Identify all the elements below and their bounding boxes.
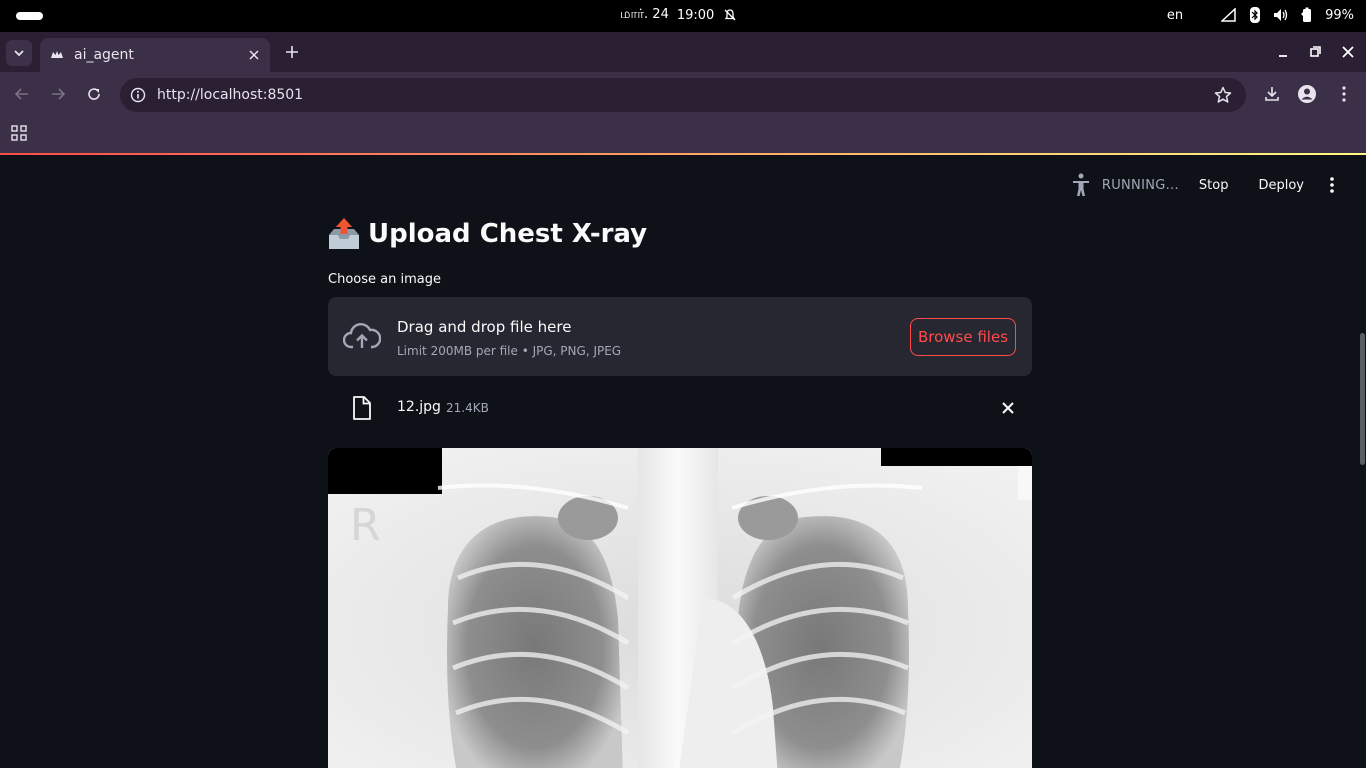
- system-top-bar: மார். 24 19:00 en 99%: [0, 0, 1366, 32]
- deploy-button[interactable]: Deploy: [1258, 178, 1304, 193]
- file-name: 12.jpg: [397, 399, 441, 415]
- forward-arrow-icon[interactable]: [48, 84, 68, 104]
- cloud-upload-icon: [342, 321, 382, 351]
- battery-icon: [1299, 7, 1315, 23]
- bluetooth-icon: [1247, 7, 1263, 23]
- signal-icon: [1221, 7, 1237, 23]
- uploaded-file-row: 12.jpg 21.4KB: [328, 387, 1032, 429]
- download-icon[interactable]: [1262, 84, 1282, 104]
- browser-toolbar: http://localhost:8501: [0, 72, 1366, 116]
- url-text: http://localhost:8501: [157, 87, 304, 103]
- browser-tab-bar: ai_agent: [0, 32, 1366, 72]
- volume-icon: [1273, 7, 1289, 23]
- uploader-label: Choose an image: [328, 272, 441, 287]
- back-arrow-icon[interactable]: [12, 84, 32, 104]
- browser-menu-icon[interactable]: [1334, 84, 1354, 104]
- stop-button[interactable]: Stop: [1199, 178, 1229, 193]
- remove-file-icon[interactable]: [1000, 400, 1016, 416]
- outbox-tray-icon: [328, 217, 360, 251]
- new-tab-icon[interactable]: [282, 42, 302, 62]
- clock-date: மார். 24: [620, 7, 669, 22]
- keyboard-language[interactable]: en: [1167, 8, 1183, 23]
- chevron-down-icon: [14, 50, 24, 57]
- streamlit-favicon-icon: [50, 48, 64, 62]
- reload-icon[interactable]: [84, 84, 104, 104]
- page-title: Upload Chest X-ray: [328, 217, 647, 251]
- main-menu-icon[interactable]: [1324, 176, 1340, 194]
- restore-icon[interactable]: [1305, 42, 1325, 62]
- apps-grid-icon[interactable]: [11, 125, 29, 143]
- running-man-icon: [1070, 173, 1092, 197]
- battery-percent: 99%: [1325, 7, 1354, 23]
- streamlit-app: RUNNING... Stop Deploy Upload Chest X-ra…: [0, 155, 1366, 768]
- chest-xray-image: R: [328, 448, 1032, 768]
- site-info-icon[interactable]: [128, 85, 148, 105]
- page-title-text: Upload Chest X-ray: [368, 219, 648, 249]
- notifications-muted-icon: [722, 7, 738, 23]
- file-size: 21.4KB: [446, 401, 489, 415]
- tab-ai-agent[interactable]: ai_agent: [40, 38, 270, 72]
- dropzone-limits: Limit 200MB per file • JPG, PNG, JPEG: [397, 344, 622, 358]
- xray-side-marker: R: [350, 500, 381, 551]
- page-scrollbar[interactable]: [1360, 333, 1365, 465]
- activities-indicator[interactable]: [16, 12, 43, 20]
- file-dropzone[interactable]: Drag and drop file here Limit 200MB per …: [328, 297, 1032, 376]
- file-icon: [350, 395, 374, 421]
- tab-search-button[interactable]: [6, 40, 32, 66]
- minimize-icon[interactable]: [1273, 42, 1293, 62]
- close-window-icon[interactable]: [1338, 42, 1358, 62]
- dropzone-instructions: Drag and drop file here: [397, 318, 572, 336]
- tab-title: ai_agent: [74, 47, 134, 63]
- clock-time: 19:00: [676, 7, 715, 23]
- running-status: RUNNING...: [1101, 177, 1179, 193]
- tab-close-icon[interactable]: [246, 47, 262, 63]
- profile-icon[interactable]: [1297, 84, 1317, 104]
- bookmarks-bar: [0, 116, 1366, 153]
- browse-files-button[interactable]: Browse files: [910, 318, 1016, 356]
- bookmark-star-icon[interactable]: [1214, 86, 1232, 104]
- app-status-bar: RUNNING... Stop Deploy: [1070, 173, 1340, 197]
- address-bar[interactable]: http://localhost:8501: [120, 78, 1246, 112]
- clock[interactable]: மார். 24 19:00: [620, 7, 738, 23]
